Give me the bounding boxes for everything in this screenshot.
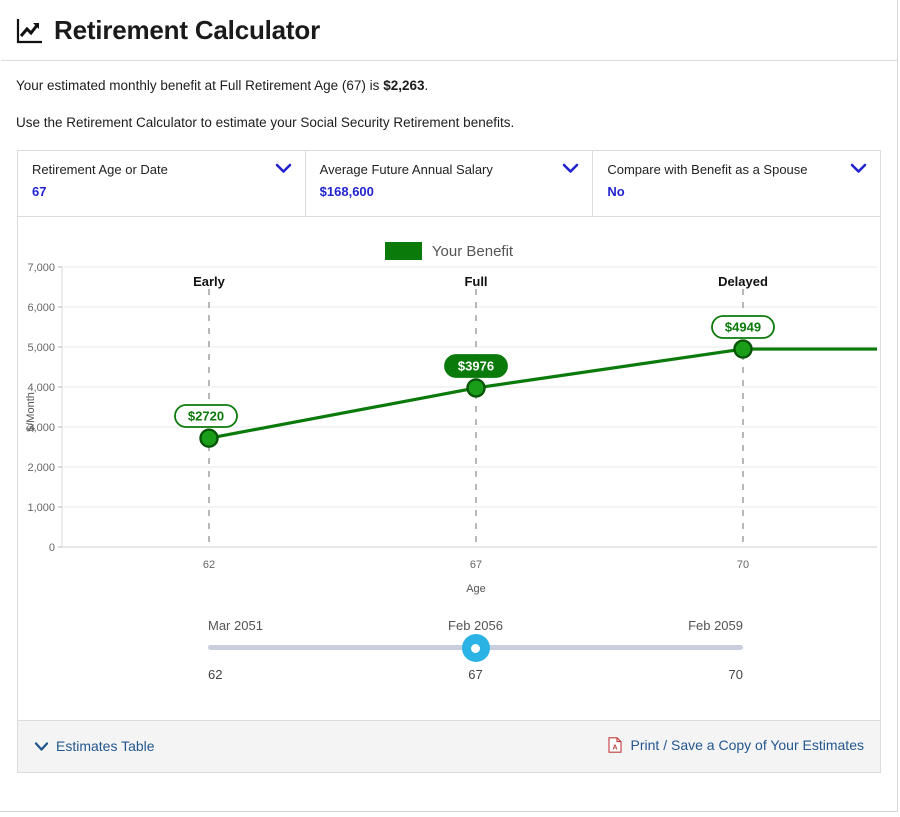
slider-age-end: 70 [729,667,743,682]
x-tick-label: 67 [470,559,482,571]
slider-track-wrapper[interactable] [208,645,743,651]
selector-value: No [607,184,868,200]
y-tick-label: 5,000 [27,342,55,354]
y-tick-label: 6,000 [27,302,55,314]
column-heading-early: Early [193,274,226,289]
data-label-full: $3976 [445,355,507,377]
x-axis-title: Age [466,583,486,595]
data-label-text: $2720 [188,409,224,424]
selector-retirement-age-or-date[interactable]: Retirement Age or Date 67 [18,151,306,216]
selector-value: $168,600 [320,184,581,200]
data-label-delayed: $4949 [712,316,774,338]
chevron-down-icon [34,741,49,752]
slider-date-start: Mar 2051 [208,618,263,633]
calculator-description: Use the Retirement Calculator to estimat… [16,115,514,130]
column-heading-full: Full [464,274,487,289]
selector-compare-with-spouse-benefit[interactable]: Compare with Benefit as a Spouse No [593,151,880,216]
slider-thumb-dot [471,644,480,653]
selector-average-future-annual-salary[interactable]: Average Future Annual Salary $168,600 [306,151,594,216]
card-footer: Estimates Table A Print / Save a Copy of… [17,721,881,773]
estimates-table-label: Estimates Table [56,738,155,754]
benefit-line-series [209,349,877,438]
selector-row: Retirement Age or Date 67 Average Future… [17,150,881,217]
data-point-marker-delayed[interactable] [735,341,752,358]
y-axis-ticks [58,267,62,547]
data-label-text: $3976 [458,359,494,374]
y-tick-label: 2,000 [27,462,55,474]
chevron-down-icon[interactable] [850,162,867,174]
benefit-chart-card: Your Benefit [17,217,881,721]
selector-label: Compare with Benefit as a Spouse [607,161,868,179]
selector-value: 67 [32,184,293,200]
data-label-text: $4949 [725,320,761,335]
pdf-file-icon: A [608,737,622,753]
benefit-line-chart: 7,000 6,000 5,000 4,000 3,000 2,000 1,00… [18,217,882,597]
chevron-down-icon[interactable] [562,162,579,174]
slider-date-current: Feb 2056 [448,618,503,633]
retirement-age-slider[interactable]: Mar 2051 Feb 2056 Feb 2059 62 67 70 [18,607,882,717]
slider-age-current: 67 [468,667,482,682]
estimates-table-toggle[interactable]: Estimates Table [34,738,155,754]
column-heading-delayed: Delayed [718,274,768,289]
selector-label: Average Future Annual Salary [320,161,581,179]
slider-thumb[interactable] [462,634,490,662]
data-label-early: $2720 [175,405,237,427]
page-title: Retirement Calculator [54,15,320,46]
slider-date-end: Feb 2059 [688,618,743,633]
x-tick-label: 62 [203,559,215,571]
page-header: Retirement Calculator [1,1,897,61]
y-tick-label: 0 [49,542,55,554]
chart-marker-guides [209,289,743,547]
x-axis-tick-labels: 62 67 70 [203,559,749,571]
estimated-benefit-suffix: . [424,78,428,93]
data-point-marker-full[interactable] [468,379,485,396]
chevron-down-icon[interactable] [275,162,292,174]
print-save-estimates-link[interactable]: A Print / Save a Copy of Your Estimates [608,737,864,753]
chart-line-up-icon [16,17,44,45]
estimated-benefit-amount: $2,263 [383,78,424,93]
y-tick-label: 1,000 [27,502,55,514]
svg-text:A: A [612,744,617,751]
estimated-benefit-prefix: Your estimated monthly benefit at Full R… [16,78,383,93]
selector-label: Retirement Age or Date [32,161,293,179]
slider-age-start: 62 [208,667,222,682]
print-save-estimates-label: Print / Save a Copy of Your Estimates [631,737,864,753]
x-tick-label: 70 [737,559,749,571]
estimated-benefit-text: Your estimated monthly benefit at Full R… [16,78,428,93]
calculator-page: Retirement Calculator Your estimated mon… [0,0,898,812]
chart-column-headings: Early Full Delayed [193,274,768,289]
data-point-marker-early[interactable] [201,430,218,447]
y-tick-label: 7,000 [27,262,55,274]
y-axis-title: $/Month [25,392,37,432]
